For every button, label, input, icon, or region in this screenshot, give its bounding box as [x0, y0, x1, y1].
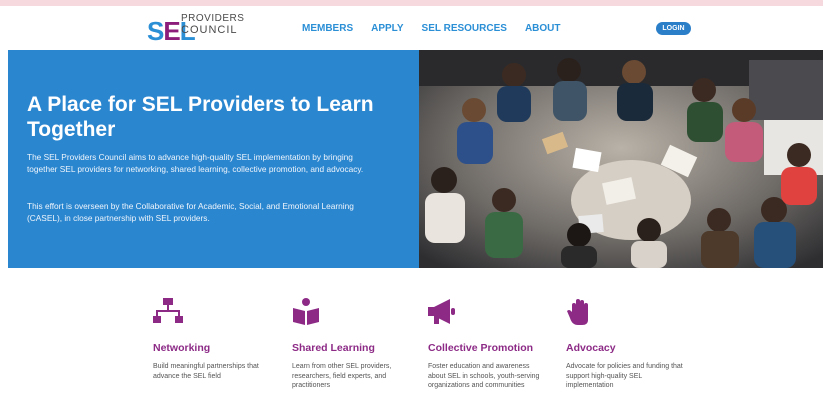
nav-sel-resources[interactable]: SEL RESOURCES	[422, 23, 507, 34]
feature-shared-learning: Shared Learning Learn from other SEL pro…	[292, 298, 412, 391]
nav-about[interactable]: ABOUT	[525, 23, 561, 34]
sel-providers-council-logo[interactable]: SEL PROVIDERS COUNCIL	[147, 13, 247, 47]
feature-title: Networking	[153, 342, 211, 354]
hero-paragraph-casel: This effort is overseen by the Collabora…	[27, 201, 354, 223]
nav-apply[interactable]: APPLY	[371, 23, 403, 34]
hero-panel: A Place for SEL Providers to Learn Toget…	[8, 50, 419, 268]
megaphone-icon	[428, 299, 455, 324]
feature-title: Shared Learning	[292, 342, 375, 354]
book-reader-icon	[293, 298, 319, 325]
site-header: SEL PROVIDERS COUNCIL MEMBERS APPLY SEL …	[0, 6, 823, 50]
feature-description: Advocate for policies and funding that s…	[566, 363, 683, 389]
feature-description: Foster education and awareness about SEL…	[428, 363, 540, 389]
logo-text-providers: PROVIDERS	[181, 13, 245, 24]
login-button[interactable]: LOGIN	[656, 22, 691, 35]
network-icon	[153, 298, 183, 323]
feature-description: Learn from other SEL providers, research…	[292, 363, 392, 389]
hero-title: A Place for SEL Providers to Learn Toget…	[27, 93, 374, 141]
feature-advocacy: Advocacy Advocate for policies and fundi…	[566, 298, 686, 391]
photo-illustration	[419, 50, 823, 268]
feature-networking: Networking Build meaningful partnerships…	[153, 298, 273, 381]
students-group-photo	[419, 50, 823, 268]
hero-paragraph-mission: The SEL Providers Council aims to advanc…	[27, 152, 364, 174]
nav-members[interactable]: MEMBERS	[302, 23, 353, 34]
feature-title: Collective Promotion	[428, 342, 534, 354]
main-nav: MEMBERS APPLY SEL RESOURCES ABOUT	[302, 23, 579, 34]
raised-hand-icon	[567, 299, 588, 325]
feature-collective-promotion: Collective Promotion Foster education an…	[428, 298, 548, 391]
feature-title: Advocacy	[566, 342, 616, 354]
logo-text-council: COUNCIL	[181, 24, 238, 36]
feature-description: Build meaningful partnerships that advan…	[153, 363, 259, 380]
